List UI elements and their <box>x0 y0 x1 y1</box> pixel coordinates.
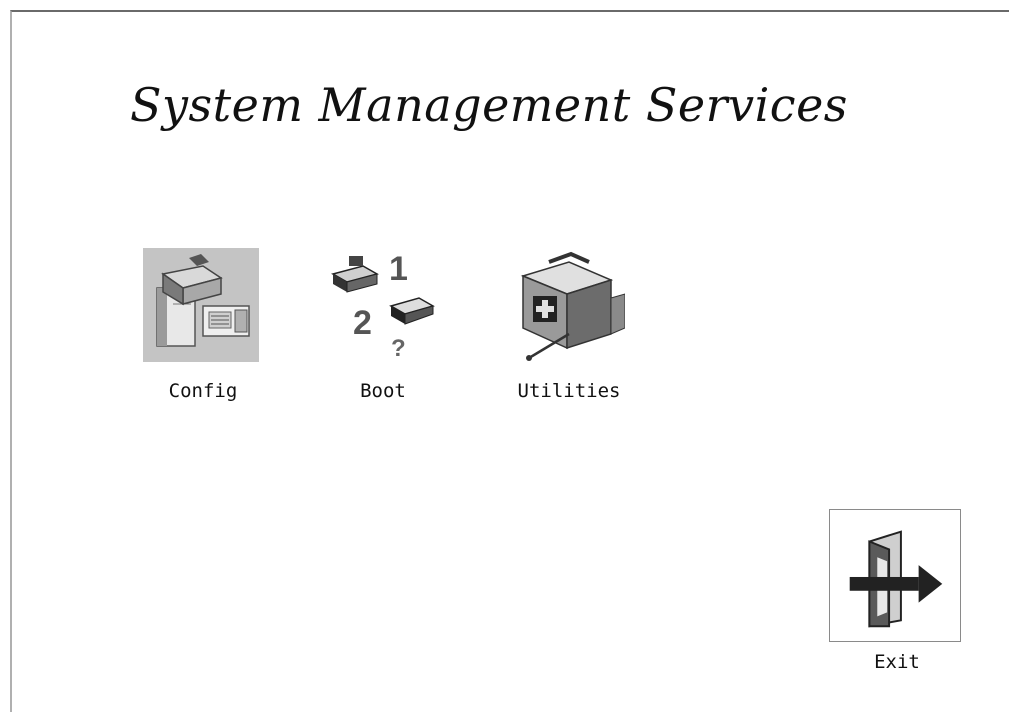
svg-text:1: 1 <box>389 250 408 288</box>
utilities-icon <box>509 248 625 362</box>
exit-door-arrow-icon <box>849 530 943 628</box>
page-title: System Management Services <box>130 78 848 132</box>
config-button[interactable]: Config <box>118 248 259 418</box>
utilities-label: Utilities <box>517 380 621 402</box>
utilities-button[interactable]: Utilities <box>484 248 625 418</box>
boot-icon: 1 2 ? <box>323 248 439 362</box>
exit-button[interactable] <box>829 509 961 642</box>
config-icon <box>143 248 259 362</box>
svg-text:?: ? <box>391 335 406 362</box>
svg-text:2: 2 <box>353 304 372 342</box>
boot-button[interactable]: 1 2 ? Boot <box>298 248 438 418</box>
exit-label: Exit <box>874 651 920 673</box>
config-label: Config <box>168 380 238 402</box>
boot-label: Boot <box>360 380 406 402</box>
